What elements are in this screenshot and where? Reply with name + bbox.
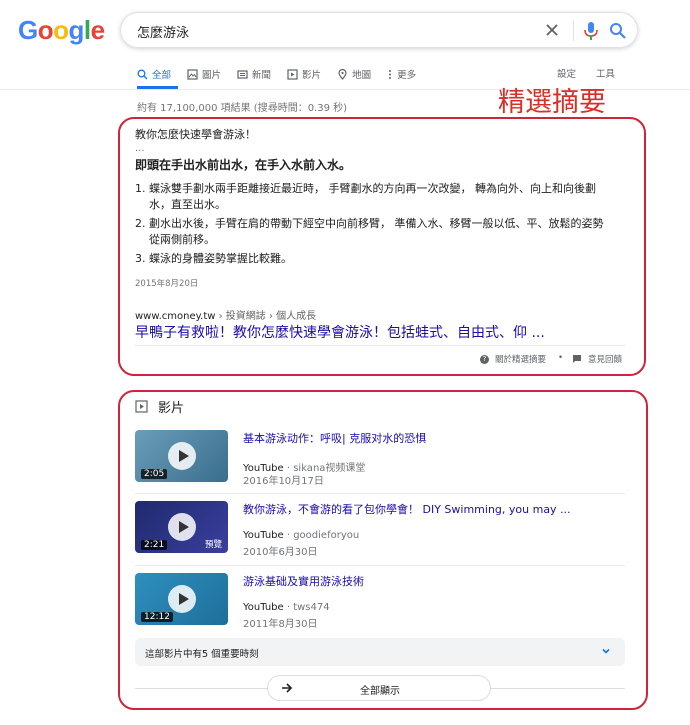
divider [573,21,574,41]
play-icon [168,513,196,541]
video-thumbnail[interactable]: 12:12 [135,573,228,625]
list-item: 1. 蝶泳雙手劃水兩手距離接近最近時， 手臂劃水的方向再一次改變， 轉為向外、向上… [135,181,615,213]
play-icon [168,585,196,613]
video-source: YouTube · goodieforyou [243,530,359,541]
image-icon [187,68,198,80]
search-icon[interactable] [608,20,628,42]
snippet-title-link[interactable]: 早鴨子有救啦！教你怎麼快速學會游泳！包括蛙式、自由式、仰 ... [135,322,545,342]
video-duration: 12:12 [141,612,173,622]
tab-label: 影片 [302,70,322,81]
video-title-link[interactable]: 教你游泳，不會游的看了包你學會！ DIY Swimming, you may .… [243,501,571,517]
snippet-divider [135,345,625,346]
video-channel: · goodieforyou [283,530,360,541]
tab-images[interactable]: 圖片 [187,64,221,84]
search-icon [137,69,148,79]
arrow-right-icon [282,683,293,693]
snippet-citation: www.cmoney.tw › 投資網誌 › 個人成長 [135,307,316,322]
logo-letter: o [37,15,54,45]
microphone-icon[interactable] [581,20,601,42]
video-platform: YouTube [243,530,284,541]
more-vert-icon [389,69,392,79]
tab-maps[interactable]: 地圖 [337,64,371,84]
show-all-label: 全部顯示 [360,686,400,697]
tab-label: 地圖 [352,70,372,81]
site-url: www.cmoney.tw [135,311,216,322]
video-title-link[interactable]: 基本游泳动作：呼吸| 克服对水的恐惧 [243,430,426,446]
tab-label: 更多 [397,70,417,81]
search-tabs: 全部 圖片 新聞 影片 地圖 更多 [137,64,432,84]
snippet-list: 1. 蝶泳雙手劃水兩手距離接近最近時， 手臂劃水的方向再一次改變， 轉為向外、向上… [135,181,615,270]
tab-label: 全部 [152,70,172,81]
play-icon [168,442,196,470]
tab-videos[interactable]: 影片 [287,64,321,84]
logo-letter: g [68,15,85,45]
about-snippet-link[interactable]: ? 關於精選摘要 [480,353,546,365]
tab-news[interactable]: 新聞 [237,64,271,84]
tab-label: 圖片 [202,70,222,81]
videos-heading-label: 影片 [158,401,185,416]
video-icon [287,68,298,80]
google-logo[interactable]: Google [18,15,105,46]
video-divider [135,493,625,494]
list-text: 劃水出水後，手臂在肩的帶動下經空中向前移臂， 準備入水、移臂一般以低、平、放鬆的… [149,217,604,246]
tab-all[interactable]: 全部 [137,64,171,84]
annotation-label: 精選摘要 [498,87,606,118]
news-icon [237,69,248,79]
videos-heading: 影片 [135,397,184,416]
feedback-label: 意見回饋 [588,355,623,365]
logo-letter: o [53,15,69,45]
list-item: 2. 劃水出水後，手臂在肩的帶動下經空中向前移臂， 準備入水、移臂一般以低、平、放… [135,216,615,248]
video-result[interactable]: 2:21 預覽 教你游泳，不會游的看了包你學會！ DIY Swimming, y… [135,501,625,571]
video-icon [135,400,148,413]
video-duration: 2:05 [141,469,168,479]
feedback-link[interactable]: 意見回饋 [572,353,622,365]
list-text: 蝶泳的身體姿勢掌握比較難。 [149,252,292,265]
logo-letter: l [83,15,91,45]
search-box[interactable]: 怎麼游泳 [120,12,638,48]
snippet-answer: 即頭在手出水前出水，在手入水前入水。 [135,158,352,172]
video-thumbnail[interactable]: 2:05 [135,430,228,482]
help-icon: ? [480,354,489,364]
video-date: 2016年10月17日 [243,476,324,487]
video-thumbnail[interactable]: 2:21 預覽 [135,501,228,553]
close-icon[interactable] [541,19,563,41]
video-source: YouTube · tws474 [243,602,330,613]
map-pin-icon [338,68,347,80]
logo-letter: G [18,15,38,45]
result-stats: 約有 17,100,000 項結果 (搜尋時間：0.39 秒) [137,103,348,114]
video-divider [135,565,625,566]
dot-separator: • [558,353,564,363]
snippet-ellipsis: ... [135,143,145,154]
video-result[interactable]: 12:12 游泳基础及實用游泳技術 YouTube · tws474 2011年… [135,573,625,643]
settings-link[interactable]: 設定 [557,66,576,80]
breadcrumb: › 投資網誌 › 個人成長 [215,311,317,322]
snippet-date: 2015年8月20日 [135,279,199,289]
feedback-icon [573,355,581,363]
key-moments-expander[interactable]: 這部影片中有5 個重要時刻 [135,638,625,666]
video-channel: · tws474 [283,602,330,613]
show-all-button[interactable]: 全部顯示 [267,675,491,701]
list-text: 蝶泳雙手劃水兩手距離接近最近時， 手臂劃水的方向再一次改變， 轉為向外、向上和向… [149,182,596,211]
video-duration: 2:21 [141,540,168,550]
snippet-question: 教你怎麼快速學會游泳！ [135,128,256,141]
key-moments-label: 這部影片中有5 個重要時刻 [145,649,259,660]
about-label: 關於精選摘要 [495,355,547,365]
list-number: 1. [135,182,146,195]
list-number: 3. [135,252,146,265]
search-input[interactable]: 怎麼游泳 [137,22,189,41]
tab-label: 新聞 [252,70,272,81]
list-item: 3. 蝶泳的身體姿勢掌握比較難。 [135,251,615,267]
logo-letter: e [90,15,105,45]
tab-more[interactable]: 更多 [387,64,416,84]
list-number: 2. [135,217,146,230]
video-title-link[interactable]: 游泳基础及實用游泳技術 [243,573,364,589]
tools-link[interactable]: 工具 [596,66,615,80]
video-result[interactable]: 2:05 基本游泳动作：呼吸| 克服对水的恐惧 YouTube · sikana… [135,430,625,500]
chevron-down-icon [602,648,610,654]
video-date: 2011年8月30日 [243,619,318,630]
video-platform: YouTube [243,602,284,613]
video-date: 2010年6月30日 [243,547,318,558]
preview-tag: 預覽 [204,540,222,550]
